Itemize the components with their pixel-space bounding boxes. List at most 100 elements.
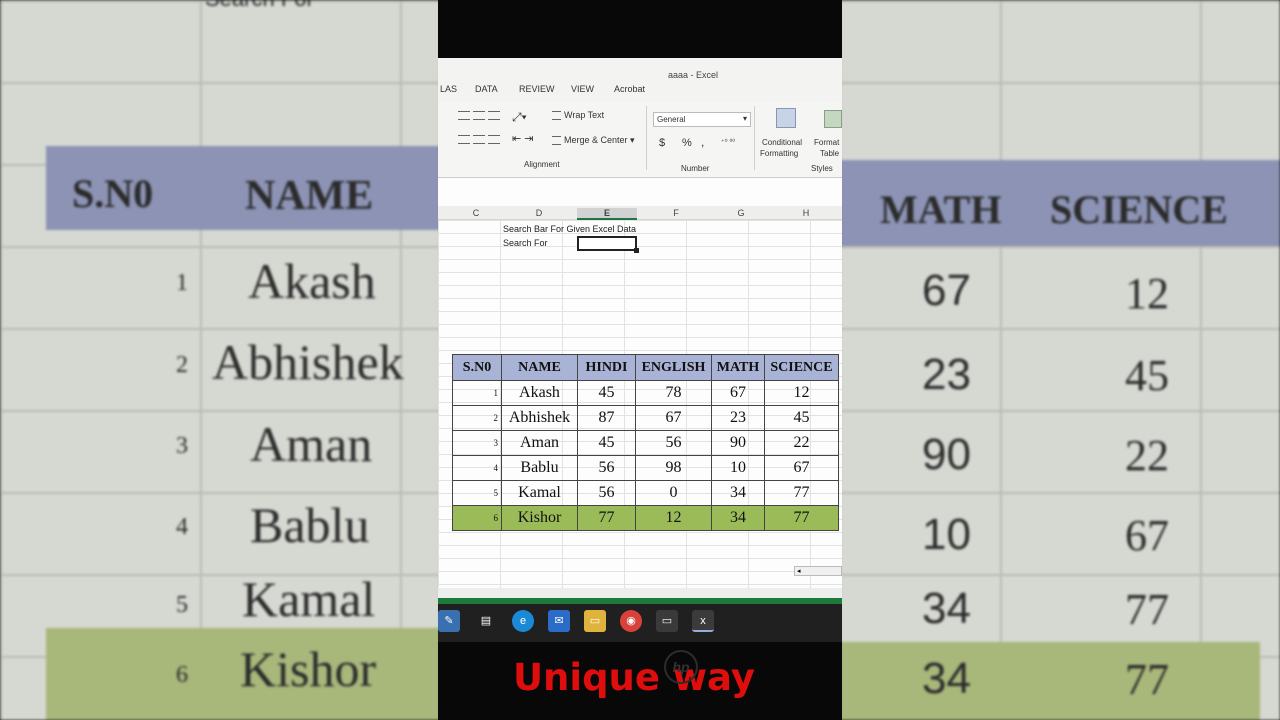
- edge-icon[interactable]: e: [512, 610, 534, 632]
- align-left-icon[interactable]: [458, 134, 503, 145]
- cell-english[interactable]: 56: [635, 430, 712, 456]
- cell-sn[interactable]: 1: [452, 380, 502, 406]
- search-title-cell: Search Bar For Given Excel Data: [503, 224, 637, 234]
- cell-name[interactable]: Abhishek: [501, 405, 578, 431]
- cell-math[interactable]: 23: [711, 405, 765, 431]
- format-as-table-label-2[interactable]: Table: [820, 149, 839, 158]
- windows-taskbar: ✎ ▤ e ✉ ▭ ◉ ▭ x: [438, 598, 842, 642]
- conditional-formatting-label-2[interactable]: Formatting: [760, 149, 798, 158]
- cell-english[interactable]: 67: [635, 405, 712, 431]
- cell-hindi[interactable]: 45: [577, 380, 636, 406]
- horizontal-scrollbar[interactable]: ◂: [794, 566, 842, 576]
- column-header[interactable]: F: [666, 208, 686, 218]
- comma-button[interactable]: ,: [701, 135, 704, 149]
- bg-search-for-text: Search For: [205, 0, 314, 12]
- file-explorer-icon[interactable]: ▭: [584, 610, 606, 632]
- table-row: 1 Akash 45 78 67 12: [452, 380, 839, 406]
- cell-sn[interactable]: 4: [452, 455, 502, 481]
- cell-name[interactable]: Kishor: [501, 505, 578, 531]
- video-frame: Search For S.N0 NAME 1 Akash 2 Abhishek …: [0, 0, 1280, 720]
- bg-math: 10: [922, 510, 971, 559]
- header-english[interactable]: ENGLISH: [635, 354, 712, 381]
- mail-icon[interactable]: ✉: [548, 610, 570, 632]
- column-header[interactable]: D: [529, 208, 549, 218]
- excel-window: aaaa - Excel LAS DATA REVIEW VIEW Acroba…: [438, 58, 842, 699]
- column-header[interactable]: C: [466, 208, 486, 218]
- tab-review[interactable]: REVIEW: [519, 84, 555, 94]
- worksheet[interactable]: C D E F G H Search Bar For Given Excel D…: [438, 178, 842, 699]
- cell-sn[interactable]: 3: [452, 430, 502, 456]
- merge-center-label: Merge & Center: [564, 135, 628, 145]
- cell-sn[interactable]: 6: [452, 505, 502, 531]
- bg-header-name: NAME: [245, 173, 374, 219]
- pen-app-icon[interactable]: ✎: [438, 610, 460, 632]
- cell-science[interactable]: 77: [764, 480, 839, 506]
- header-hindi[interactable]: HINDI: [577, 354, 636, 381]
- terminal-icon[interactable]: ▭: [656, 610, 678, 632]
- column-header[interactable]: G: [731, 208, 751, 218]
- cell-science[interactable]: 77: [764, 505, 839, 531]
- number-format-dropdown[interactable]: General: [653, 112, 751, 127]
- column-header-active[interactable]: E: [577, 208, 637, 220]
- cell-hindi[interactable]: 45: [577, 430, 636, 456]
- cell-english[interactable]: 78: [635, 380, 712, 406]
- cell-science[interactable]: 12: [764, 380, 839, 406]
- bg-science: 77: [1125, 585, 1169, 634]
- tab-acrobat[interactable]: Acrobat: [614, 84, 645, 94]
- cell-name[interactable]: Aman: [501, 430, 578, 456]
- conditional-formatting-label[interactable]: Conditional: [762, 138, 802, 147]
- bg-sn: 5: [176, 592, 188, 618]
- search-input-cell[interactable]: [577, 236, 639, 253]
- header-math[interactable]: MATH: [711, 354, 765, 381]
- percent-button[interactable]: %: [682, 137, 692, 149]
- cell-english[interactable]: 0: [635, 480, 712, 506]
- cell-hindi[interactable]: 77: [577, 505, 636, 531]
- cell-sn[interactable]: 2: [452, 405, 502, 431]
- cell-english[interactable]: 98: [635, 455, 712, 481]
- excel-icon[interactable]: x: [692, 610, 714, 632]
- indent-icon[interactable]: ⇤ ⇥: [512, 132, 534, 145]
- cell-math[interactable]: 90: [711, 430, 765, 456]
- bg-name: Kamal: [242, 571, 376, 627]
- bg-science: 22: [1125, 431, 1169, 480]
- cell-name[interactable]: Bablu: [501, 455, 578, 481]
- conditional-formatting-icon[interactable]: [776, 108, 796, 128]
- decimal-buttons-icon[interactable]: ⁺⁰ ⁰⁰: [721, 138, 735, 146]
- styles-group-label: Styles: [811, 164, 833, 173]
- chrome-icon[interactable]: ◉: [620, 610, 642, 632]
- cell-english[interactable]: 12: [635, 505, 712, 531]
- cell-science[interactable]: 67: [764, 455, 839, 481]
- format-as-table-icon[interactable]: [824, 110, 842, 128]
- cell-name[interactable]: Akash: [501, 380, 578, 406]
- merge-icon: [552, 136, 561, 146]
- background-zoom-left: Search For S.N0 NAME 1 Akash 2 Abhishek …: [0, 0, 440, 720]
- column-header[interactable]: H: [796, 208, 816, 218]
- orientation-icon[interactable]: ⤢▾: [512, 110, 527, 125]
- ribbon-tab-bar: aaaa - Excel LAS DATA REVIEW VIEW Acroba…: [438, 58, 842, 102]
- tab-data[interactable]: DATA: [475, 84, 498, 94]
- task-view-icon[interactable]: ▤: [475, 610, 497, 632]
- caption-line-2: Unique way: [513, 656, 755, 699]
- cell-hindi[interactable]: 87: [577, 405, 636, 431]
- cell-hindi[interactable]: 56: [577, 480, 636, 506]
- header-name[interactable]: NAME: [501, 354, 578, 381]
- cell-math[interactable]: 10: [711, 455, 765, 481]
- cell-math[interactable]: 67: [711, 380, 765, 406]
- tab-view[interactable]: VIEW: [571, 84, 594, 94]
- cell-science[interactable]: 45: [764, 405, 839, 431]
- header-sn[interactable]: S.N0: [452, 354, 502, 381]
- format-as-table-label[interactable]: Format: [814, 138, 839, 147]
- wrap-text-button[interactable]: Wrap Text: [552, 110, 604, 121]
- tab-formulas[interactable]: LAS: [440, 84, 457, 94]
- cell-hindi[interactable]: 56: [577, 455, 636, 481]
- cell-math[interactable]: 34: [711, 480, 765, 506]
- align-top-icon[interactable]: [458, 110, 503, 121]
- background-zoom-right: MATH SCIENCE 67 12 23 45 90 22 10 67 34 …: [840, 0, 1280, 720]
- cell-name[interactable]: Kamal: [501, 480, 578, 506]
- cell-sn[interactable]: 5: [452, 480, 502, 506]
- header-science[interactable]: SCIENCE: [764, 354, 839, 381]
- merge-center-button[interactable]: Merge & Center ▾: [552, 135, 635, 146]
- cell-science[interactable]: 22: [764, 430, 839, 456]
- cell-math[interactable]: 34: [711, 505, 765, 531]
- currency-button[interactable]: $: [659, 137, 665, 149]
